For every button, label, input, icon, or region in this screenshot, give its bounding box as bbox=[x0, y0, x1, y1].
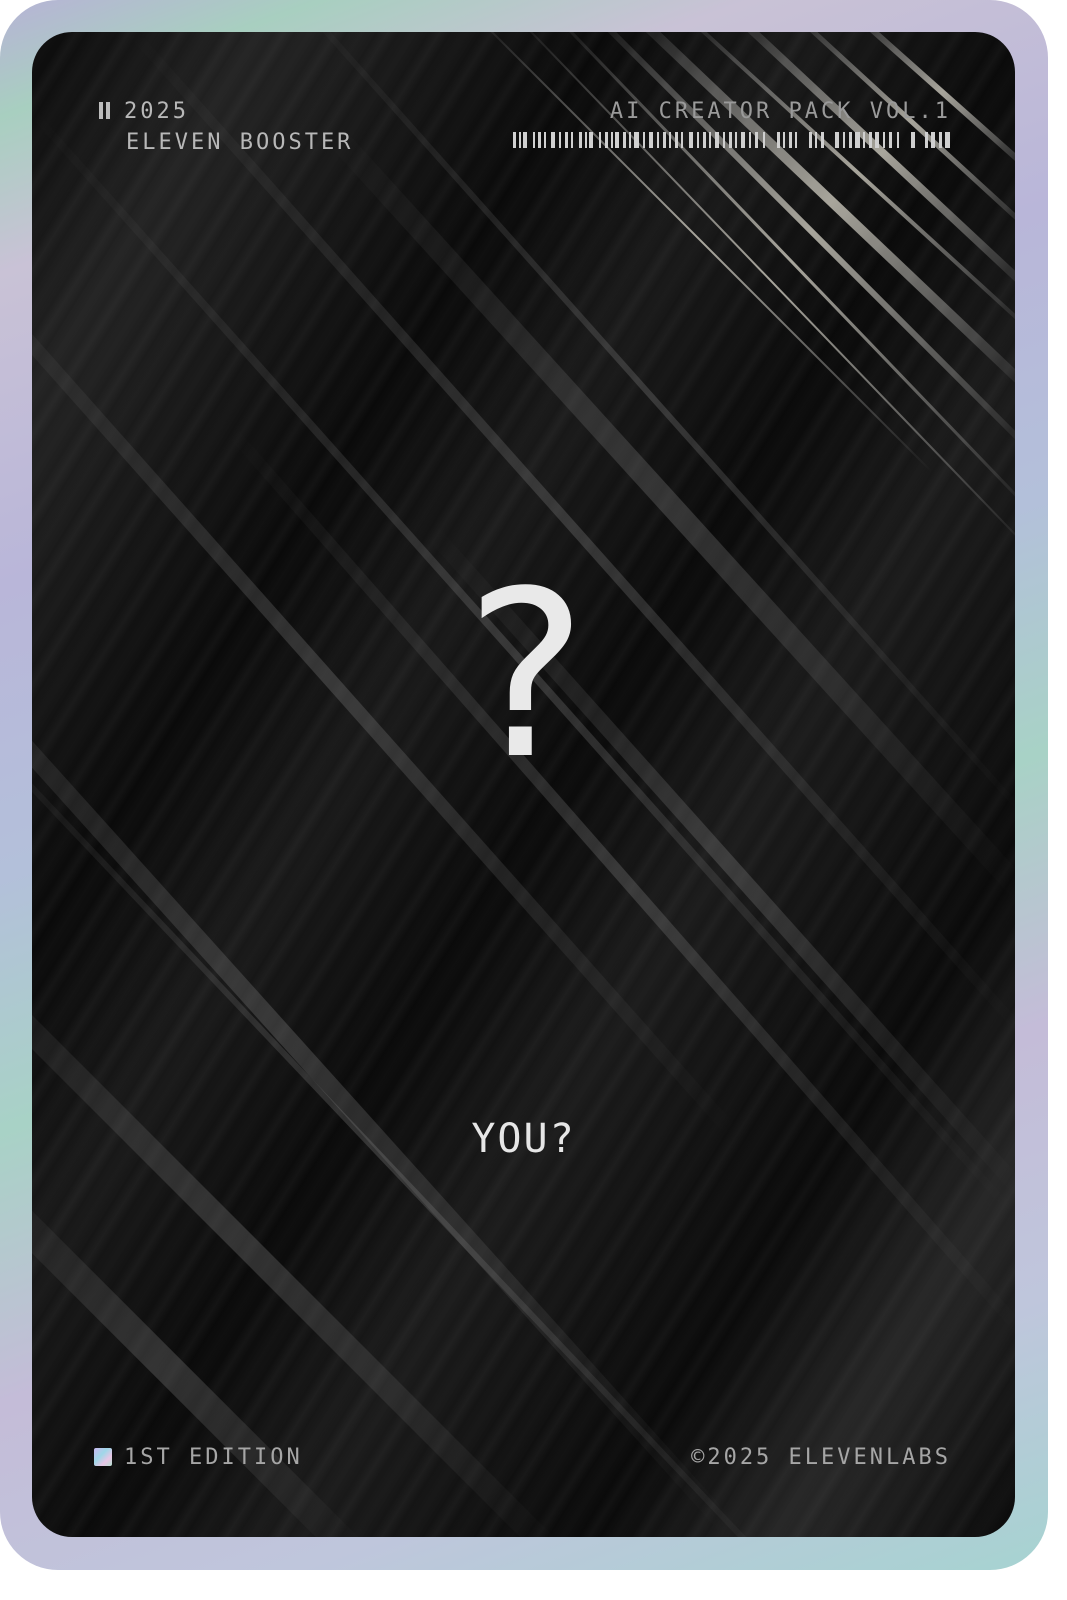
year-line: 2025 bbox=[98, 96, 353, 127]
pause-icon bbox=[98, 102, 112, 119]
year: 2025 bbox=[124, 99, 189, 124]
edition-label: 1ST EDITION bbox=[94, 1444, 303, 1472]
barcode-icon bbox=[513, 132, 950, 148]
booster-card[interactable]: 2025 ELEVEN BOOSTER AI CREATOR PACK VOL.… bbox=[32, 32, 1015, 1537]
series-name: ELEVEN BOOSTER bbox=[126, 130, 354, 155]
card-caption: YOU? bbox=[471, 1116, 576, 1162]
holographic-square-icon bbox=[94, 1448, 112, 1466]
mystery-question-mark: ? bbox=[454, 543, 593, 810]
holographic-card-frame: 2025 ELEVEN BOOSTER AI CREATOR PACK VOL.… bbox=[0, 0, 1048, 1570]
copyright-label: ©2025 ELEVENLABS bbox=[691, 1445, 951, 1470]
pack-name: AI CREATOR PACK VOL.1 bbox=[609, 99, 951, 124]
series-header: 2025 ELEVEN BOOSTER bbox=[98, 96, 353, 158]
edition-text: 1ST EDITION bbox=[124, 1445, 303, 1470]
